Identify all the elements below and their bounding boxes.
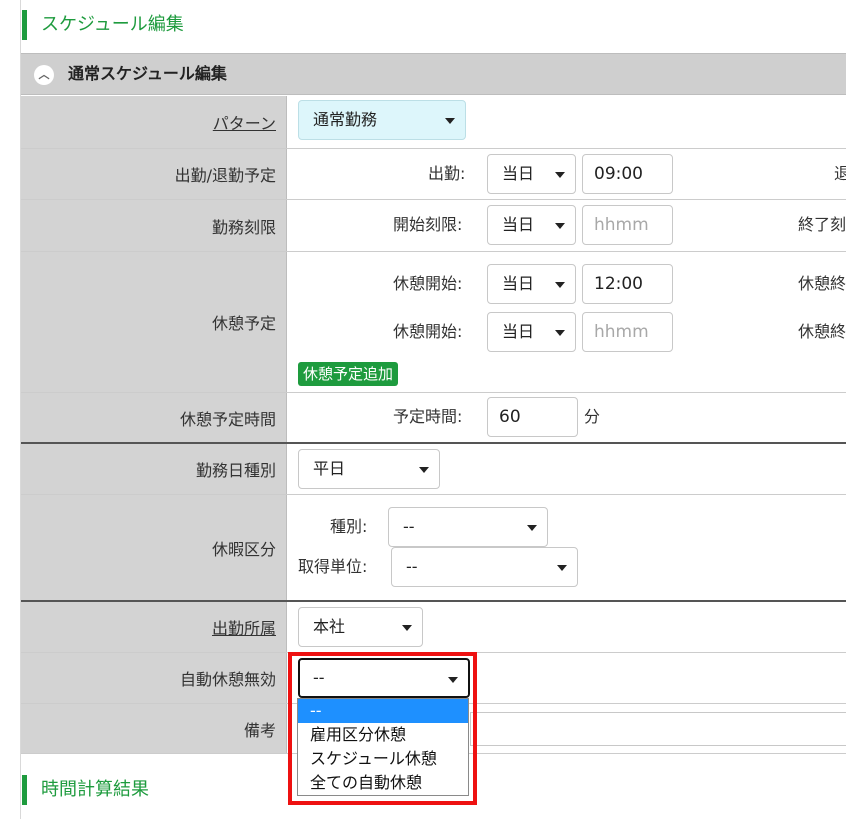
office-value: 本社 [313, 617, 346, 636]
caret-down-icon [557, 565, 567, 571]
start-label: 出勤: [428, 164, 466, 183]
attendance-label: 出勤/退勤予定 [21, 149, 287, 199]
break2-day-value: 当日 [502, 322, 535, 341]
leave-unit-value: -- [406, 557, 418, 576]
dropdown-option[interactable]: 全ての自動休憩 [298, 771, 468, 795]
caret-down-icon [555, 330, 565, 336]
break2-end-label: 休憩終 [798, 322, 846, 341]
row-leave: 休暇区分 種別: -- 取得単位: -- [21, 495, 846, 602]
start-day-value: 当日 [502, 164, 535, 183]
break2-day-select[interactable]: 当日 [487, 312, 576, 352]
day-type-select[interactable]: 平日 [298, 449, 440, 489]
limit-start-day-value: 当日 [502, 215, 535, 234]
break-plan-label: 休憩予定 [21, 252, 287, 392]
caret-down-icon [555, 282, 565, 288]
break-time-unit: 分 [584, 407, 601, 426]
leave-unit-label: 取得単位: [298, 557, 368, 576]
day-type-label: 勤務日種別 [21, 444, 287, 494]
break1-day-select[interactable]: 当日 [487, 264, 576, 304]
remarks-label: 備考 [21, 704, 287, 753]
break1-start-label: 休憩開始: [393, 274, 463, 293]
caret-down-icon [402, 625, 412, 631]
limit-start-label: 開始刻限: [393, 215, 463, 234]
leave-type-label: 種別: [330, 517, 368, 536]
leave-type-value: -- [403, 517, 415, 536]
add-break-button[interactable]: 休憩予定追加 [298, 362, 399, 386]
office-label[interactable]: 出勤所属 [21, 602, 287, 652]
break-time-input[interactable]: 60 [487, 397, 578, 437]
limit-start-day-select[interactable]: 当日 [487, 205, 576, 245]
chevron-up-icon[interactable]: ︿ [34, 65, 54, 85]
caret-down-icon [555, 223, 565, 229]
break2-time-input[interactable]: hhmm [582, 312, 673, 352]
break-time-label: 休憩予定時間 [21, 393, 287, 442]
caret-down-icon [419, 467, 429, 473]
break1-time-input[interactable]: 12:00 [582, 264, 673, 304]
end-label: 退 [834, 164, 846, 183]
work-limit-label: 勤務刻限 [21, 200, 287, 251]
row-pattern: パターン 通常勤務 [21, 96, 846, 149]
dropdown-option[interactable]: 雇用区分休憩 [298, 723, 468, 747]
caret-down-icon [448, 677, 458, 683]
row-day-type: 勤務日種別 平日 [21, 444, 846, 495]
pattern-label[interactable]: パターン [21, 96, 287, 148]
row-work-limit: 勤務刻限 開始刻限: 当日 hhmm 終了刻 [21, 200, 846, 252]
dropdown-option[interactable]: -- [298, 699, 468, 723]
auto-break-select[interactable]: -- [298, 658, 470, 698]
remarks-input[interactable] [470, 712, 846, 746]
auto-break-value: -- [313, 668, 325, 687]
office-select[interactable]: 本社 [298, 607, 423, 647]
start-day-select[interactable]: 当日 [487, 154, 576, 194]
row-break-plan: 休憩予定 休憩開始: 当日 12:00 休憩終 休憩開始: 当日 hhmm 休憩… [21, 252, 846, 393]
break1-day-value: 当日 [502, 274, 535, 293]
section-title-calc-result: 時間計算結果 [22, 775, 149, 805]
section-title-schedule-edit: スケジュール編集 [22, 10, 184, 40]
break2-start-label: 休憩開始: [393, 322, 463, 341]
panel-header[interactable]: ︿ 通常スケジュール編集 [21, 53, 846, 95]
limit-start-input[interactable]: hhmm [582, 205, 673, 245]
caret-down-icon [527, 525, 537, 531]
row-office: 出勤所属 本社 [21, 602, 846, 653]
row-auto-break: 自動休憩無効 -- [21, 653, 846, 704]
pattern-value: 通常勤務 [313, 110, 378, 129]
limit-end-label: 終了刻 [798, 215, 846, 234]
break-time-sub-label: 予定時間: [393, 407, 463, 426]
panel-title: 通常スケジュール編集 [68, 64, 227, 83]
dropdown-option[interactable]: スケジュール休憩 [298, 747, 468, 771]
start-time-input[interactable]: 09:00 [582, 154, 673, 194]
leave-label: 休暇区分 [21, 495, 287, 600]
row-break-time: 休憩予定時間 予定時間: 60 分 [21, 393, 846, 444]
caret-down-icon [445, 118, 455, 124]
break1-end-label: 休憩終 [798, 274, 846, 293]
row-attendance: 出勤/退勤予定 出勤: 当日 09:00 退 [21, 149, 846, 200]
leave-unit-select[interactable]: -- [391, 547, 578, 587]
auto-break-dropdown[interactable]: -- 雇用区分休憩 スケジュール休憩 全ての自動休憩 [297, 698, 469, 796]
caret-down-icon [555, 172, 565, 178]
day-type-value: 平日 [313, 459, 346, 478]
pattern-select[interactable]: 通常勤務 [298, 100, 466, 140]
auto-break-label: 自動休憩無効 [21, 653, 287, 703]
leave-type-select[interactable]: -- [388, 507, 548, 547]
